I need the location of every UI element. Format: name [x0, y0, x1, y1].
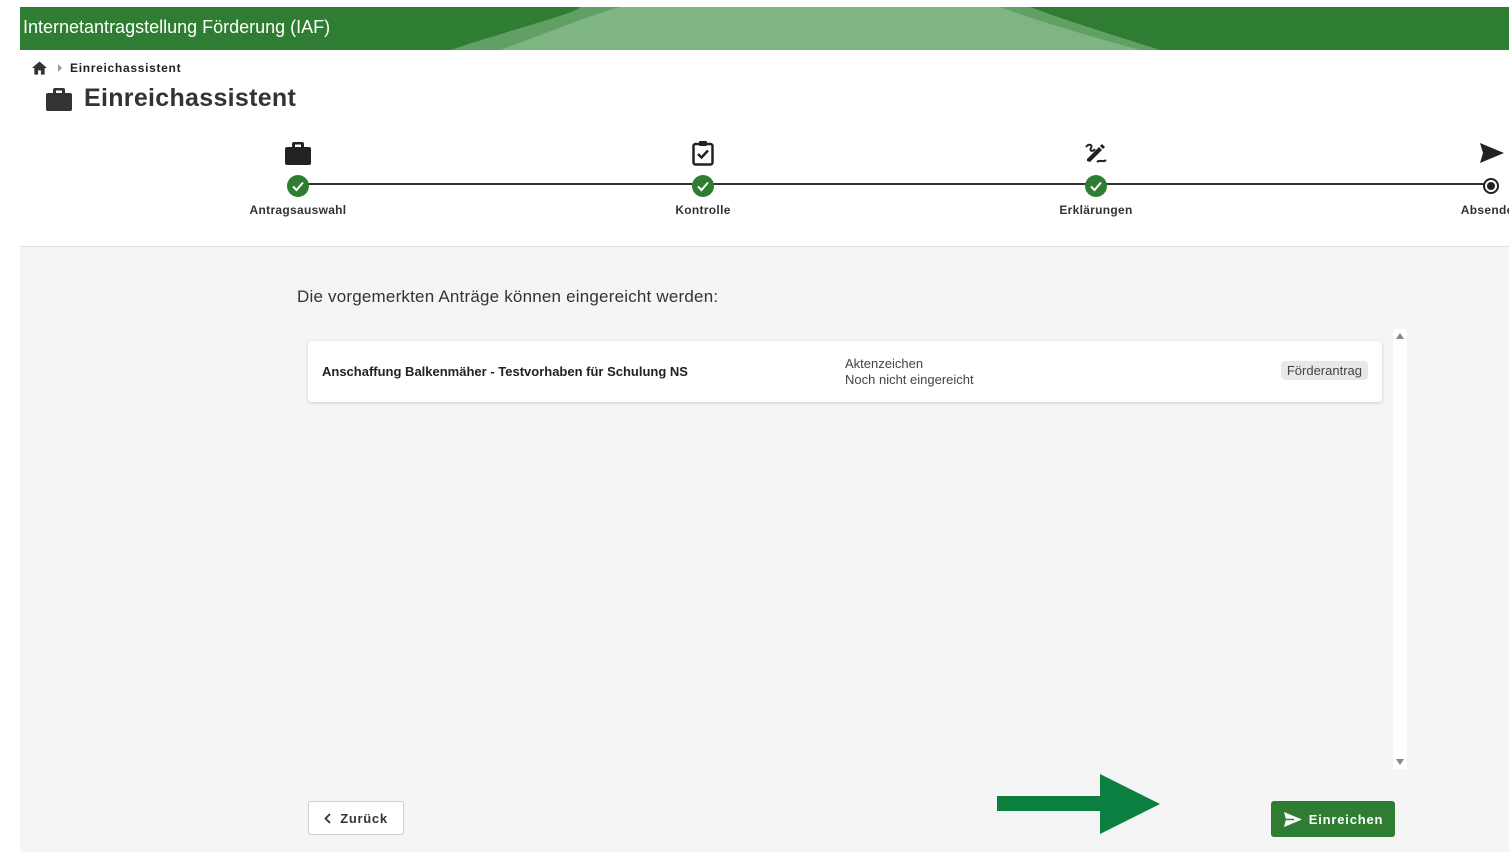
scroll-up-icon[interactable]	[1396, 333, 1404, 339]
app-title: Internetantragstellung Förderung (IAF)	[23, 17, 331, 37]
application-status: Noch nicht eingereicht	[845, 372, 974, 387]
step-label: Erklärungen	[1059, 203, 1133, 217]
home-icon[interactable]	[32, 61, 47, 75]
application-name: Anschaffung Balkenmäher - Testvorhaben f…	[322, 364, 688, 379]
stepper-line	[298, 183, 1492, 185]
application-type-badge: Förderantrag	[1280, 361, 1368, 380]
step-erklaerungen[interactable]: Erklärungen	[996, 140, 1196, 217]
application-card[interactable]: Anschaffung Balkenmäher - Testvorhaben f…	[308, 341, 1382, 402]
submit-button[interactable]: Einreichen	[1271, 801, 1395, 837]
scroll-down-icon[interactable]	[1396, 759, 1404, 765]
back-button-label: Zurück	[340, 810, 388, 826]
check-circle-icon	[287, 175, 309, 197]
chevron-left-icon	[324, 812, 331, 824]
send-icon	[1480, 143, 1504, 163]
application-meta: Aktenzeichen Noch nicht eingereicht	[845, 356, 974, 388]
back-button[interactable]: Zurück	[308, 801, 404, 835]
page-title: Einreichassistent	[46, 84, 296, 113]
stepper: Antragsauswahl Kontrolle Erklärungen Abs…	[0, 140, 1509, 230]
breadcrumb: Einreichassistent	[32, 60, 181, 76]
breadcrumb-item-einreichassistent: Einreichassistent	[70, 61, 182, 75]
app-header: Internetantragstellung Förderung (IAF)	[20, 7, 1509, 50]
step-absenden[interactable]: Absenden	[1391, 140, 1509, 217]
check-circle-icon	[692, 175, 714, 197]
step-label: Antragsauswahl	[249, 203, 347, 217]
step-label: Kontrolle	[675, 203, 731, 217]
step-kontrolle[interactable]: Kontrolle	[603, 140, 803, 217]
clipboard-check-icon	[692, 141, 714, 166]
check-circle-icon	[1085, 175, 1107, 197]
step-label: Absenden	[1460, 203, 1509, 217]
main-content: Die vorgemerkten Anträge können eingerei…	[20, 246, 1509, 852]
scrollbar[interactable]	[1393, 329, 1407, 769]
briefcase-icon	[46, 87, 72, 111]
submit-button-label: Einreichen	[1308, 811, 1384, 827]
chevron-right-icon	[58, 64, 62, 72]
arrow-right-icon	[997, 774, 1160, 834]
step-antragsauswahl[interactable]: Antragsauswahl	[198, 140, 398, 217]
briefcase-icon	[285, 142, 311, 165]
intro-text: Die vorgemerkten Anträge können eingerei…	[297, 287, 719, 306]
aktenzeichen-label: Aktenzeichen	[845, 356, 924, 371]
page-title-text: Einreichassistent	[84, 84, 297, 112]
send-icon	[1283, 811, 1302, 827]
current-step-icon	[1483, 178, 1499, 194]
signature-icon	[1085, 143, 1107, 163]
